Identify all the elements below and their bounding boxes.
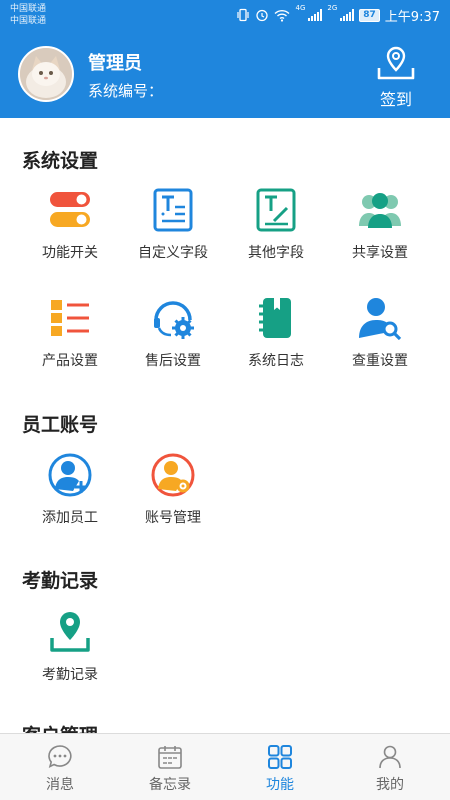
- alarm-icon: [256, 9, 269, 22]
- text-edit-icon: [256, 188, 296, 232]
- carrier-name-1: 中国联通: [10, 4, 47, 14]
- user-id-label: 系统编号：: [88, 82, 164, 100]
- after-sales-settings-button[interactable]: 售后设置: [123, 296, 223, 386]
- system-log-label: 系统日志: [248, 353, 304, 369]
- section-title-customer-management: 客户管理: [22, 721, 98, 733]
- tab-messages[interactable]: 消息: [20, 744, 100, 794]
- add-employee-button[interactable]: 添加员工: [20, 453, 120, 543]
- checkin-button[interactable]: 签到: [370, 44, 422, 109]
- notebook-icon: [259, 298, 291, 338]
- battery-icon: 87: [359, 8, 380, 22]
- user-gear-icon: [151, 453, 195, 497]
- account-management-button[interactable]: 账号管理: [123, 453, 223, 543]
- user-name: 管理员: [88, 53, 142, 74]
- user-search-icon: [359, 298, 402, 340]
- other-field-button[interactable]: 其他字段: [226, 188, 326, 278]
- status-bar: 中国联通 中国联通 4G 2G 87 上午9:37: [0, 0, 450, 30]
- function-switch-button[interactable]: 功能开关: [20, 188, 120, 278]
- section-title-system-settings: 系统设置: [22, 150, 99, 172]
- custom-field-button[interactable]: 自定义字段: [123, 188, 223, 278]
- attendance-record-label: 考勤记录: [42, 667, 98, 683]
- calendar-icon: [158, 746, 182, 769]
- text-document-icon: [153, 188, 193, 232]
- wifi-icon: [274, 9, 290, 22]
- tab-memo[interactable]: 备忘录: [130, 744, 210, 794]
- status-icons: 4G 2G 87 上午9:37: [236, 4, 440, 25]
- system-log-button[interactable]: 系统日志: [226, 296, 326, 386]
- product-list-icon: [51, 300, 89, 336]
- avatar-image: [20, 48, 72, 100]
- other-field-label: 其他字段: [248, 245, 304, 261]
- add-user-icon: [48, 453, 92, 497]
- product-settings-label: 产品设置: [42, 353, 98, 369]
- vibrate-icon: [237, 8, 250, 22]
- person-icon: [379, 745, 401, 769]
- duplicate-check-settings-label: 查重设置: [352, 353, 408, 369]
- custom-field-label: 自定义字段: [138, 245, 208, 261]
- carrier-name-2: 中国联通: [10, 16, 47, 26]
- network-type-1: 4G: [295, 4, 306, 12]
- checkin-label: 签到: [379, 90, 412, 109]
- header: 中国联通 中国联通 4G 2G 87 上午9:37 管理员 系统编号： 签到: [0, 0, 450, 118]
- tab-mine[interactable]: 我的: [350, 744, 430, 794]
- attendance-record-button[interactable]: 考勤记录: [20, 610, 120, 700]
- bottom-tab-bar: 消息 备忘录 功能 我的: [0, 733, 450, 800]
- headset-gear-icon: [154, 301, 194, 339]
- share-settings-button[interactable]: 共享设置: [330, 188, 430, 278]
- grid-apps-icon: [268, 745, 292, 769]
- chat-bubble-icon: [48, 745, 72, 769]
- tab-functions[interactable]: 功能: [240, 744, 320, 794]
- tab-messages-label: 消息: [46, 777, 74, 793]
- section-title-employee-accounts: 员工账号: [22, 414, 99, 436]
- function-switch-label: 功能开关: [42, 245, 98, 261]
- avatar[interactable]: [18, 46, 74, 102]
- product-settings-button[interactable]: 产品设置: [20, 296, 120, 386]
- duplicate-check-settings-button[interactable]: 查重设置: [330, 296, 430, 386]
- carrier-info: 中国联通 中国联通: [10, 3, 46, 27]
- tab-mine-label: 我的: [376, 777, 404, 793]
- network-type-2: 2G: [327, 4, 338, 12]
- clock: 上午9:37: [384, 9, 440, 25]
- account-management-label: 账号管理: [145, 510, 201, 526]
- function-list[interactable]: 系统设置 功能开关 自定义字段 其他字段 共享设置 产品设置 售后设置 系统日志…: [0, 118, 450, 733]
- tab-memo-label: 备忘录: [149, 777, 191, 793]
- toggle-switch-icon: [50, 192, 90, 227]
- location-checkin-icon: [377, 46, 415, 80]
- signal-icon: [340, 9, 355, 21]
- location-pin-icon: [50, 612, 90, 652]
- tab-functions-label: 功能: [266, 777, 294, 793]
- signal-icon: [308, 9, 323, 21]
- add-employee-label: 添加员工: [42, 510, 98, 526]
- section-title-attendance: 考勤记录: [22, 570, 99, 592]
- users-share-icon: [359, 193, 401, 228]
- share-settings-label: 共享设置: [352, 245, 408, 261]
- after-sales-settings-label: 售后设置: [145, 353, 201, 369]
